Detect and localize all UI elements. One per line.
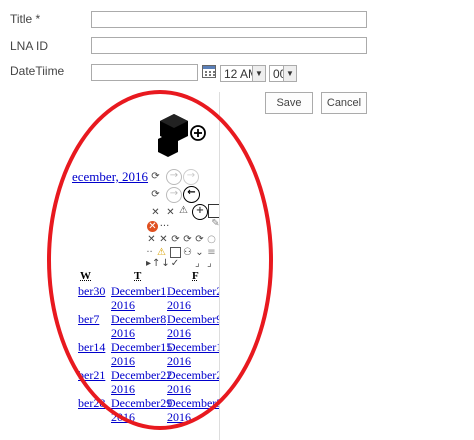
lna-id-input[interactable]	[91, 37, 367, 54]
cube-plus-icon	[158, 114, 206, 157]
calendar-day-link[interactable]: December1 2016	[167, 340, 220, 368]
warning-icon: ⚠	[157, 247, 166, 258]
error-icon: ✕	[147, 221, 158, 232]
refresh-icon: ⟳	[195, 234, 204, 245]
calendar-day-link[interactable]: December29 2016	[111, 396, 172, 424]
save-button[interactable]: Save	[265, 92, 313, 114]
chevron-down-icon: ⌄	[195, 247, 204, 258]
arrow-right-icon: →	[166, 187, 182, 203]
arrow-right-icon: →	[166, 169, 182, 185]
close-icon: ✕	[166, 207, 175, 218]
refresh-icon: ⟳	[151, 171, 160, 182]
day-header-friday: F	[192, 270, 199, 282]
minute-select[interactable]: 00 ▼	[269, 65, 297, 82]
calendar-month-link[interactable]: ecember, 2016	[72, 169, 148, 185]
date-picker-popup: ecember, 2016 ⟳ → → ⟳ → ← ✕ ✕ ⚠ + ✕ ··· …	[72, 92, 220, 440]
hour-select[interactable]: 12 AM ▼	[220, 65, 266, 82]
chevron-down-icon: ▼	[283, 66, 296, 81]
chevron-down-icon: ▼	[252, 66, 265, 81]
day-header-wednesday: W	[80, 270, 91, 282]
close-icon: ✕	[147, 234, 156, 245]
sort-arrows-icon: ▸↑↓✓	[146, 258, 181, 269]
popup-divider	[219, 92, 220, 440]
grid-icon	[170, 247, 181, 258]
corner-icon: ⌟	[207, 258, 212, 269]
calendar-icon[interactable]	[202, 65, 216, 78]
date-input[interactable]	[91, 64, 198, 81]
more-icon: ··	[146, 247, 153, 258]
refresh-icon: ⟳	[183, 234, 192, 245]
lna-id-label: LNA ID	[10, 39, 49, 53]
calendar-day-link[interactable]: December2 2016	[167, 368, 220, 396]
datetime-label: DateTiime	[10, 64, 65, 78]
arrow-left-icon: ←	[183, 186, 200, 203]
close-icon: ✕	[159, 234, 168, 245]
calendar-day-link[interactable]: December8 2016	[111, 312, 167, 340]
calendar-day-link[interactable]: ber14	[78, 340, 105, 355]
calendar-day-link[interactable]: December2 2016	[167, 284, 220, 312]
calendar-day-link[interactable]: December3 2016	[167, 396, 220, 424]
users-icon: ⚇	[183, 247, 192, 258]
calendar-day-link[interactable]: December22 2016	[111, 368, 172, 396]
arrow-right-icon: →	[183, 169, 199, 185]
cancel-button[interactable]: Cancel	[321, 92, 367, 114]
calendar-day-link[interactable]: ber30	[78, 284, 105, 299]
calendar-day-link[interactable]: December9 2016	[167, 312, 220, 340]
calendar-day-link[interactable]: December15 2016	[111, 340, 172, 368]
day-header-thursday: T	[134, 270, 142, 282]
warning-icon: ⚠	[179, 205, 188, 216]
calendar-day-link[interactable]: December1 2016	[111, 284, 167, 312]
plus-icon: +	[192, 204, 208, 220]
circle-icon: ○	[207, 234, 216, 245]
calendar-day-link[interactable]: ber21	[78, 368, 105, 383]
calendar-day-link[interactable]: ber7	[78, 312, 99, 327]
calendar-day-link[interactable]: ber28	[78, 396, 105, 411]
refresh-icon: ⟳	[151, 189, 160, 200]
title-input[interactable]	[91, 11, 367, 28]
more-icon: ···	[159, 221, 170, 232]
corner-icon: ⌟	[195, 258, 200, 269]
title-label: Title *	[10, 12, 41, 26]
close-icon: ✕	[151, 207, 160, 218]
refresh-icon: ⟳	[171, 234, 180, 245]
menu-icon: ≡	[207, 247, 216, 258]
